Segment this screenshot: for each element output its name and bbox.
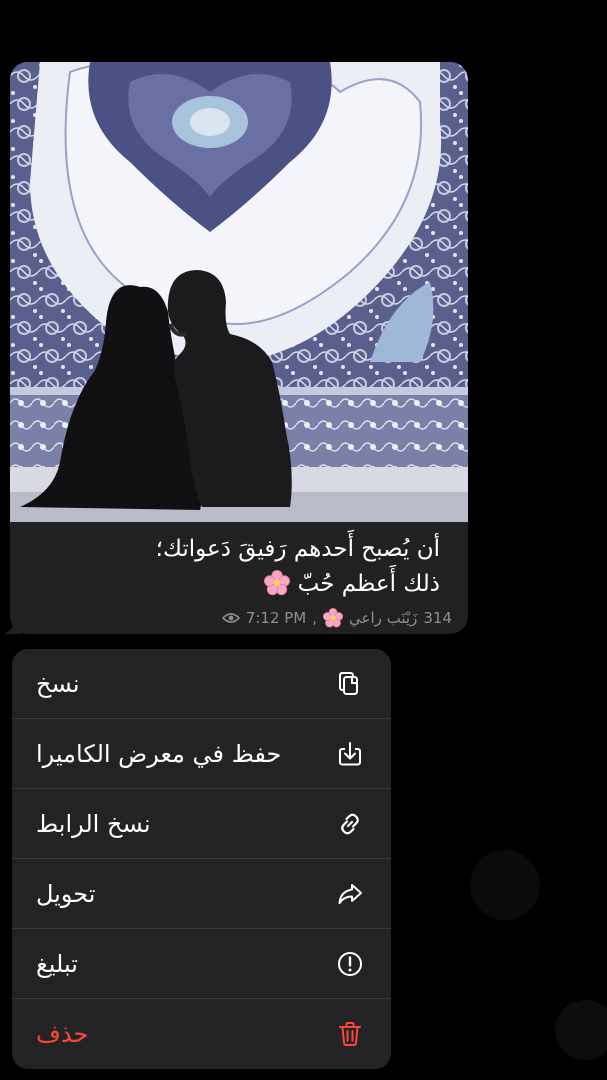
message-photo[interactable]	[10, 62, 468, 522]
menu-item-label: تبليغ	[36, 949, 78, 978]
message-bubble[interactable]: أن يُصبح أَحدهم رَفيقَ دَعواتك؛ ذلك أَعظ…	[10, 62, 468, 634]
save-download-icon	[335, 739, 365, 769]
screen: أن يُصبح أَحدهم رَفيقَ دَعواتك؛ ذلك أَعظ…	[0, 0, 607, 1080]
menu-item-label: نسخ الرابط	[36, 809, 151, 838]
menu-item-label: نسخ	[36, 669, 80, 698]
message-meta: 7:12 PM , زَيْنَب راعي 314	[221, 608, 452, 628]
menu-item-delete[interactable]: حذف	[12, 999, 391, 1069]
meta-separator: ,	[312, 609, 318, 627]
context-menu: نسخ حفظ في معرض الكاميرا نسخ الرابط تحوي…	[12, 649, 391, 1069]
menu-item-save-to-camera-roll[interactable]: حفظ في معرض الكاميرا	[12, 719, 391, 789]
cherry-blossom-emoji	[264, 570, 291, 596]
message-author: زَيْنَب راعي	[349, 609, 418, 627]
menu-item-report[interactable]: تبليغ	[12, 929, 391, 999]
link-icon	[335, 809, 365, 839]
background-blur-shape	[470, 850, 540, 920]
menu-item-label: حفظ في معرض الكاميرا	[36, 739, 282, 768]
eye-icon	[221, 613, 240, 623]
background-blur-shape	[555, 1000, 607, 1060]
menu-item-copy-link[interactable]: نسخ الرابط	[12, 789, 391, 859]
bubble-tail	[4, 618, 22, 634]
cherry-blossom-emoji	[323, 608, 344, 628]
menu-item-forward[interactable]: تحويل	[12, 859, 391, 929]
menu-item-label: حذف	[36, 1020, 89, 1048]
forward-icon	[335, 879, 365, 909]
message-time: 7:12 PM	[245, 609, 307, 627]
menu-item-copy[interactable]: نسخ	[12, 649, 391, 719]
trash-icon	[335, 1019, 365, 1049]
message-views: 314	[423, 609, 452, 627]
report-icon	[335, 949, 365, 979]
message-caption-text: ذلك أَعظم حُبّ	[297, 571, 440, 597]
copy-icon	[335, 669, 365, 699]
message-caption-line-2: ذلك أَعظم حُبّ	[262, 570, 440, 597]
menu-item-label: تحويل	[36, 879, 96, 908]
message-caption-line-1: أن يُصبح أَحدهم رَفيقَ دَعواتك؛	[155, 536, 440, 562]
